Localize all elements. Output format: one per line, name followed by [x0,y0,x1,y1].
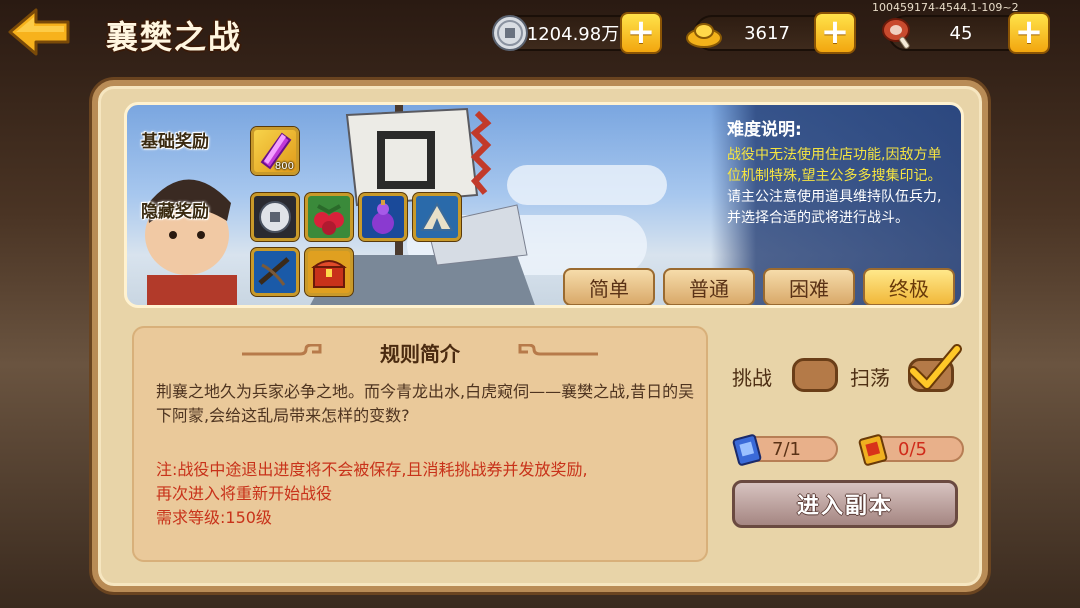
add-stamina-button[interactable]: + [1008,12,1050,54]
purple-gourd-icon [372,200,394,234]
blue-tent-icon [420,201,454,231]
enter-dungeon-button[interactable]: 进入副本 [732,480,958,528]
right-ornament-icon [518,344,598,356]
treasure-chest-icon [311,260,347,288]
reward-item-gourd[interactable] [359,193,407,241]
rules-title: 规则简介 [380,342,460,366]
blue-ticket-icon [732,434,762,466]
stamina-value: 45 [949,22,973,44]
token-count: 0/5 [898,438,927,460]
back-button[interactable] [6,6,72,58]
stamina-resource: 45 + [882,12,1050,54]
reward-item-crystal[interactable]: 800 [251,127,299,175]
gold-value: 3617 [744,22,790,44]
challenge-label: 挑战 [732,366,772,390]
ticket-counter: 7/1 [732,434,838,466]
back-arrow-icon [8,8,70,56]
rules-description: 荆襄之地久为兵家必争之地。而今青龙出水,白虎窥伺——襄樊之战,昔日的吴下阿蒙,会… [156,382,695,425]
gold-resource: 3617 + [686,12,856,54]
crossbow-icon [258,257,290,286]
difficulty-title: 难度说明: [727,120,802,140]
challenge-checkbox[interactable] [792,358,838,392]
rules-box: 规则简介 荆襄之地久为兵家必争之地。而今青龙出水,白虎窥伺——襄樊之战,昔日的吴… [132,326,708,562]
red-token-icon [858,434,888,466]
add-silver-button[interactable]: + [620,12,662,54]
silver-resource: 1204.98万 + [492,12,662,54]
tab-normal[interactable]: 普通 [663,268,755,305]
silver-coin-icon [259,201,291,233]
sweep-checkbox[interactable] [908,344,962,392]
silver-coin-icon [492,15,528,51]
meat-icon [882,18,910,49]
basic-reward-label: 基础奖励 [141,132,209,152]
campaign-panel: 基础奖励 隐藏奖励 800 难度说明: 战役中无法使用住店功能,因敌方单位机制特… [92,80,988,592]
reward-item-crossbow[interactable] [251,248,299,296]
reward-item-berries[interactable] [305,193,353,241]
tab-easy[interactable]: 简单 [563,268,655,305]
tab-hard[interactable]: 困难 [763,268,855,305]
checkmark-icon [908,344,962,390]
red-berries-icon [314,204,344,235]
rules-note: 注:战役中途退出进度将不会被保存,且消耗挑战券并发放奖励, 再次进入将重新开始战… [156,460,588,527]
reward-item-chest[interactable] [305,248,353,296]
ticket-count: 7/1 [772,438,801,460]
sweep-label: 扫荡 [850,366,890,390]
silver-value: 1204.98万 [526,24,620,45]
reward-item-silver[interactable] [251,193,299,241]
token-counter: 0/5 [858,434,964,466]
reward-item-count: 800 [274,161,294,172]
difficulty-description: 战役中无法使用住店功能,因敌方单位机制特殊,望主公多多搜集印记。请主公注意使用道… [727,147,942,226]
gold-ingot-icon [686,23,722,48]
hidden-reward-label: 隐藏奖励 [141,202,209,222]
page-title: 襄樊之战 [106,18,243,56]
reward-item-tent[interactable] [413,193,461,241]
campaign-banner: 基础奖励 隐藏奖励 800 难度说明: 战役中无法使用住店功能,因敌方单位机制特… [124,102,964,308]
tab-ultimate[interactable]: 终极 [863,268,955,305]
add-gold-button[interactable]: + [814,12,856,54]
